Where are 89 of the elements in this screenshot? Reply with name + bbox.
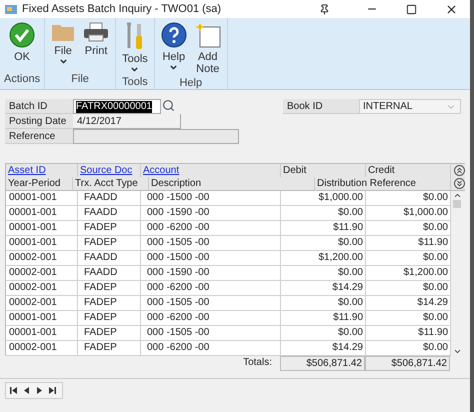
debit-total-field: $506,871.42 <box>280 356 365 371</box>
table-cell: 00002-001 <box>6 296 78 310</box>
table-cell: 00002-001 <box>6 341 78 355</box>
checkmark-icon <box>9 22 36 48</box>
table-cell: $0.00 <box>281 296 366 310</box>
table-cell: FAADD <box>78 191 141 205</box>
column-header: Trx. Acct Type <box>73 177 149 190</box>
table-cell: 00001-001 <box>6 236 78 250</box>
table-cell: FADEP <box>78 296 141 310</box>
column-header: Year-Period <box>6 177 73 190</box>
credit-total-field: $506,871.42 <box>365 356 450 371</box>
table-cell: $1,000.00 <box>281 191 366 205</box>
question-icon <box>160 22 187 48</box>
table-cell: 000 -6200 -00 <box>141 281 281 295</box>
app-icon <box>4 3 18 15</box>
previous-record-icon[interactable] <box>23 387 30 394</box>
table-cell: 00001-001 <box>6 311 78 325</box>
ribbon-button[interactable]: Help <box>158 18 189 75</box>
column-header: Description <box>149 177 315 190</box>
first-record-icon[interactable] <box>10 387 17 394</box>
tools-icon <box>126 22 144 50</box>
table-cell: $0.00 <box>281 266 366 280</box>
table-cell: FADEP <box>78 236 141 250</box>
scroll-up-icon[interactable] <box>452 191 462 200</box>
last-record-icon[interactable] <box>49 387 56 394</box>
close-icon[interactable] <box>445 2 458 16</box>
table-cell: $0.00 <box>281 206 366 220</box>
book-id-dropdown[interactable]: INTERNAL <box>359 99 461 114</box>
table-cell: 000 -1505 -00 <box>141 326 281 340</box>
field-label: Book ID <box>283 99 359 114</box>
scroll-thumb[interactable] <box>453 200 461 208</box>
table-cell: FAADD <box>78 251 141 265</box>
ribbon-button[interactable]: Tools <box>120 18 150 74</box>
window-title: Fixed Assets Batch Inquiry - TWO01 (sa) <box>22 2 222 17</box>
table-cell: FADEP <box>78 341 141 355</box>
table-cell: $1,200.00 <box>281 251 366 265</box>
ribbon-button[interactable]: File <box>49 18 78 70</box>
table-cell: FADEP <box>78 311 141 325</box>
group-label: Actions <box>4 72 40 86</box>
scroll-down-icon[interactable] <box>452 347 462 356</box>
group-label: File <box>71 72 89 86</box>
group-label: Tools <box>122 75 148 90</box>
table-cell: 00001-001 <box>6 206 78 220</box>
table-cell: 000 -1590 -00 <box>141 266 281 280</box>
table-cell: 000 -6200 -00 <box>141 221 281 235</box>
totals-label: Totals: <box>242 356 273 370</box>
table-cell: 000 -1500 -00 <box>141 251 281 265</box>
table-cell: 000 -1505 -00 <box>141 236 281 250</box>
ribbon-button[interactable]: Add Note <box>192 18 223 75</box>
group-label: Help <box>179 76 202 91</box>
next-record-icon[interactable] <box>36 387 43 394</box>
field-label: Reference <box>5 129 73 144</box>
ribbon-button[interactable]: OK <box>7 18 38 70</box>
table-cell: 00001-001 <box>6 326 78 340</box>
field-label: Batch ID <box>5 99 73 114</box>
search-icon[interactable] <box>162 99 175 112</box>
table-cell: 000 -1590 -00 <box>141 206 281 220</box>
note-icon <box>194 22 221 48</box>
field-label: Posting Date <box>5 114 73 129</box>
table-cell: $14.29 <box>281 341 366 355</box>
table-cell: $11.90 <box>281 311 366 325</box>
table-cell: $0.00 <box>281 326 366 340</box>
table-cell: $0.00 <box>281 236 366 250</box>
expand-icon[interactable] <box>454 165 465 176</box>
pin-icon[interactable] <box>319 4 330 14</box>
table-cell: $14.29 <box>281 281 366 295</box>
table-cell: FADEP <box>78 281 141 295</box>
ribbon-button[interactable]: Print <box>81 18 112 70</box>
table-cell: 000 -1505 -00 <box>141 296 281 310</box>
collapse-icon[interactable] <box>454 178 465 189</box>
printer-icon <box>83 22 110 42</box>
column-header: Distribution Reference <box>315 177 451 190</box>
table-cell: $11.90 <box>281 221 366 235</box>
table-cell: FADEP <box>78 221 141 235</box>
maximize-icon[interactable] <box>406 4 417 14</box>
folder-icon <box>51 22 76 42</box>
table-cell: 00002-001 <box>6 281 78 295</box>
table-cell: 00001-001 <box>6 221 78 235</box>
table-cell: 000 -6200 -00 <box>141 341 281 355</box>
table-cell: FADEP <box>78 326 141 340</box>
table-cell: 000 -1500 -00 <box>141 191 281 205</box>
table-cell: 00002-001 <box>6 266 78 280</box>
reference-field[interactable] <box>73 129 239 144</box>
table-cell: FAADD <box>78 206 141 220</box>
batch-id-field[interactable]: FATRX00000001 <box>73 99 161 114</box>
table-cell: FAADD <box>78 266 141 280</box>
table-cell: 00002-001 <box>6 251 78 265</box>
table-cell: 000 -6200 -00 <box>141 311 281 325</box>
table-cell: 00001-001 <box>6 191 78 205</box>
